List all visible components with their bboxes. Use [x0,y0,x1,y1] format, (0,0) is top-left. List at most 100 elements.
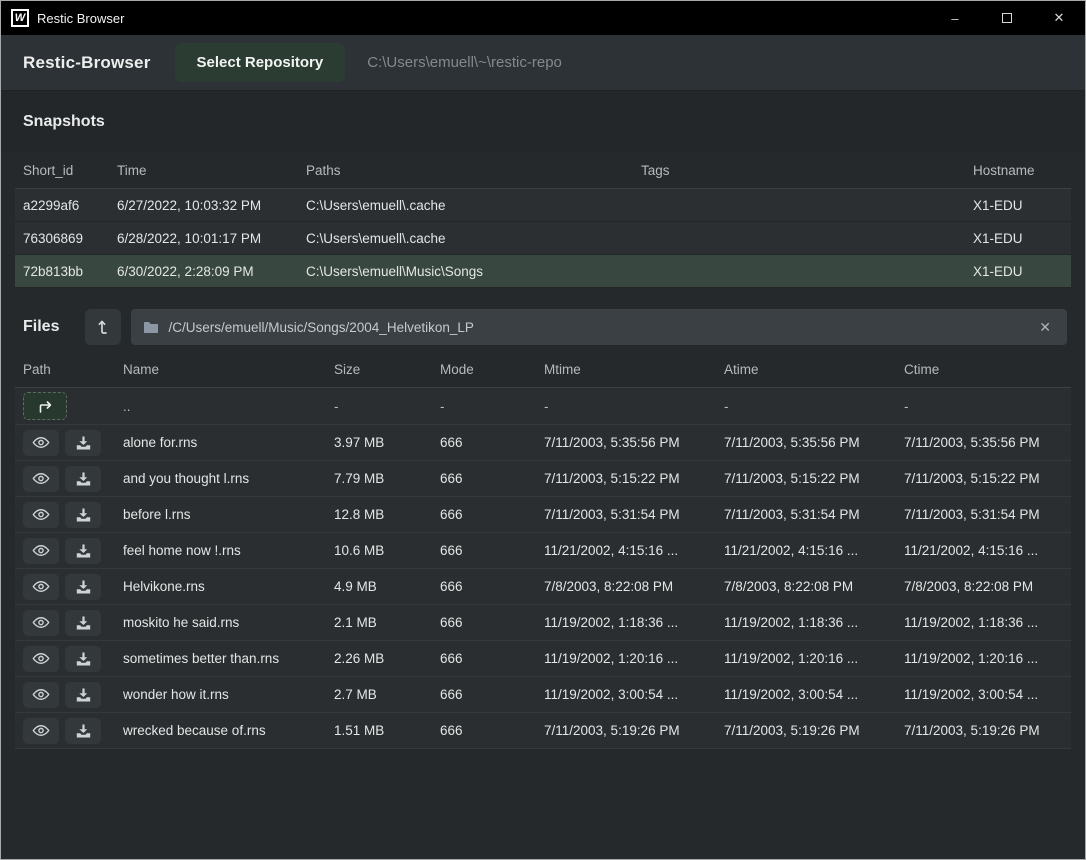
download-icon [76,724,91,738]
file-atime: 7/11/2003, 5:19:26 PM [724,723,904,738]
header: Restic-Browser Select Repository C:\User… [1,35,1085,91]
file-name: feel home now !.rns [123,543,334,558]
snapshot-short-id: a2299af6 [23,198,117,213]
download-file-button[interactable] [65,502,101,528]
snapshot-row[interactable]: a2299af6 6/27/2022, 10:03:32 PM C:\Users… [15,189,1071,222]
maximize-button[interactable] [981,1,1033,35]
preview-file-button[interactable] [23,574,59,600]
download-icon [76,472,91,486]
snapshot-hostname: X1-EDU [973,231,1063,246]
file-size: 7.79 MB [334,471,440,486]
preview-file-button[interactable] [23,538,59,564]
eye-icon [32,472,50,485]
go-to-root-button[interactable] [85,309,121,345]
col-name: Name [123,362,334,377]
download-file-button[interactable] [65,610,101,636]
download-icon [76,652,91,666]
minimize-button[interactable]: – [929,1,981,35]
clear-path-icon[interactable]: ✕ [1035,317,1055,338]
close-button[interactable]: ✕ [1033,1,1085,35]
current-path-bar[interactable]: /C/Users/emuell/Music/Songs/2004_Helveti… [131,309,1067,345]
eye-icon [32,508,50,521]
preview-file-button[interactable] [23,430,59,456]
files-title: Files [23,318,59,336]
file-name: wonder how it.rns [123,687,334,702]
file-ctime: 11/19/2002, 3:00:54 ... [904,687,1063,702]
file-atime: 7/11/2003, 5:31:54 PM [724,507,904,522]
snapshot-row[interactable]: 72b813bb 6/30/2022, 2:28:09 PM C:\Users\… [15,255,1071,288]
preview-file-button[interactable] [23,646,59,672]
download-file-button[interactable] [65,430,101,456]
file-mode: 666 [440,723,544,738]
go-to-parent-button[interactable] [23,392,67,420]
download-file-button[interactable] [65,646,101,672]
file-atime: 7/8/2003, 8:22:08 PM [724,579,904,594]
file-mode: 666 [440,435,544,450]
preview-file-button[interactable] [23,466,59,492]
file-mtime: 11/19/2002, 1:20:16 ... [544,651,724,666]
parent-mode: - [440,399,544,414]
maximize-icon [1002,13,1012,23]
window-title: Restic Browser [37,11,124,26]
parent-name[interactable]: .. [123,399,334,414]
close-icon: ✕ [1054,10,1065,26]
col-ctime: Ctime [904,362,1063,377]
download-file-button[interactable] [65,466,101,492]
file-mode: 666 [440,543,544,558]
snapshot-time: 6/27/2022, 10:03:32 PM [117,198,306,213]
snapshot-hostname: X1-EDU [973,198,1063,213]
file-atime: 11/19/2002, 3:00:54 ... [724,687,904,702]
col-size: Size [334,362,440,377]
snapshots-table-header: Short_id Time Paths Tags Hostname [15,153,1071,189]
file-mode: 666 [440,615,544,630]
download-file-button[interactable] [65,538,101,564]
snapshot-short-id: 76306869 [23,231,117,246]
file-ctime: 7/11/2003, 5:19:26 PM [904,723,1063,738]
eye-icon [32,580,50,593]
col-mode: Mode [440,362,544,377]
file-size: 3.97 MB [334,435,440,450]
file-row: Helvikone.rns 4.9 MB 666 7/8/2003, 8:22:… [15,569,1071,605]
col-atime: Atime [724,362,904,377]
files-table-header: Path Name Size Mode Mtime Atime Ctime [15,352,1071,388]
window-controls: – ✕ [929,1,1085,35]
file-row: before l.rns 12.8 MB 666 7/11/2003, 5:31… [15,497,1071,533]
file-atime: 11/21/2002, 4:15:16 ... [724,543,904,558]
preview-file-button[interactable] [23,502,59,528]
file-size: 10.6 MB [334,543,440,558]
select-repository-button[interactable]: Select Repository [175,43,346,82]
file-name: sometimes better than.rns [123,651,334,666]
download-icon [76,436,91,450]
file-ctime: 7/11/2003, 5:35:56 PM [904,435,1063,450]
file-mtime: 7/11/2003, 5:15:22 PM [544,471,724,486]
preview-file-button[interactable] [23,718,59,744]
file-mtime: 11/21/2002, 4:15:16 ... [544,543,724,558]
file-name: alone for.rns [123,435,334,450]
parent-atime: - [724,399,904,414]
file-row: feel home now !.rns 10.6 MB 666 11/21/20… [15,533,1071,569]
file-mtime: 7/11/2003, 5:31:54 PM [544,507,724,522]
file-ctime: 11/21/2002, 4:15:16 ... [904,543,1063,558]
download-file-button[interactable] [65,718,101,744]
minimize-icon: – [951,11,958,26]
empty-area [1,749,1085,859]
file-ctime: 7/11/2003, 5:15:22 PM [904,471,1063,486]
preview-file-button[interactable] [23,682,59,708]
download-file-button[interactable] [65,574,101,600]
snapshot-hostname: X1-EDU [973,264,1063,279]
file-name: Helvikone.rns [123,579,334,594]
col-time: Time [117,163,306,178]
file-size: 2.7 MB [334,687,440,702]
files-table-body: alone for.rns 3.97 MB 666 7/11/2003, 5:3… [1,425,1085,749]
file-mode: 666 [440,471,544,486]
eye-icon [32,616,50,629]
download-file-button[interactable] [65,682,101,708]
file-mode: 666 [440,651,544,666]
file-ctime: 11/19/2002, 1:18:36 ... [904,615,1063,630]
download-icon [76,544,91,558]
snapshots-table-body: a2299af6 6/27/2022, 10:03:32 PM C:\Users… [1,189,1085,288]
preview-file-button[interactable] [23,610,59,636]
file-row: alone for.rns 3.97 MB 666 7/11/2003, 5:3… [15,425,1071,461]
col-mtime: Mtime [544,362,724,377]
snapshot-row[interactable]: 76306869 6/28/2022, 10:01:17 PM C:\Users… [15,222,1071,255]
